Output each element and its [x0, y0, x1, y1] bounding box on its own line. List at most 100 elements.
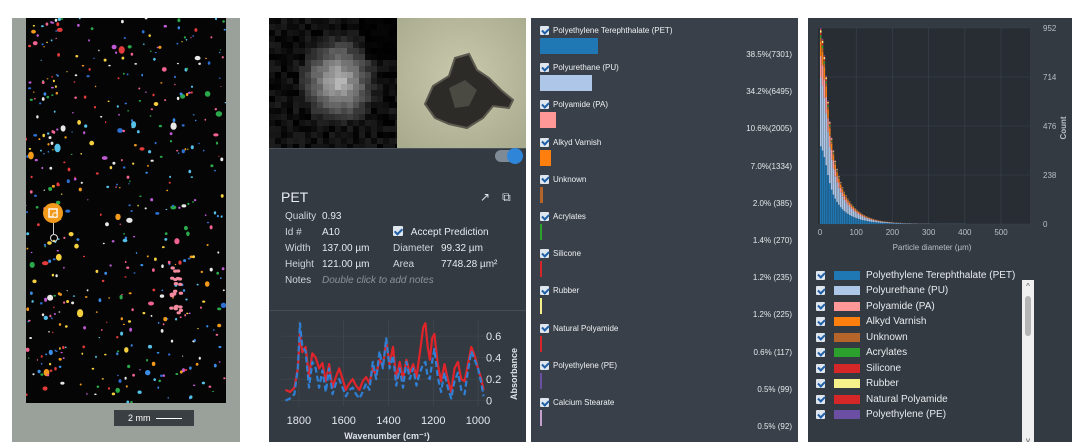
- legend-checkbox[interactable]: [816, 379, 825, 388]
- legend-item[interactable]: Acrylates: [816, 346, 907, 360]
- accept-checkbox-box[interactable]: [393, 226, 403, 236]
- map-particle: [90, 27, 94, 30]
- scrollbar-thumb[interactable]: [1025, 296, 1031, 336]
- map-particle: [145, 91, 147, 93]
- selected-particle-marker[interactable]: [43, 203, 63, 223]
- legend-checkbox[interactable]: [816, 363, 825, 373]
- class-share-value: 0.5% (99): [757, 384, 792, 394]
- class-visibility-checkbox[interactable]: [540, 249, 549, 259]
- view-toggle[interactable]: [495, 148, 523, 164]
- map-particle: [55, 253, 62, 261]
- map-particle: [161, 67, 167, 72]
- legend-item[interactable]: Polyethylene (PE): [816, 408, 946, 422]
- class-row[interactable]: Acrylates 1.4% (270): [540, 212, 792, 248]
- legend-checkbox[interactable]: [816, 348, 825, 357]
- legend-item[interactable]: Polyamide (PA): [816, 299, 935, 313]
- navigate-arrow-icon[interactable]: ↗: [480, 190, 490, 205]
- legend-checkbox[interactable]: [816, 332, 825, 342]
- histogram-bar-segment: [856, 218, 858, 224]
- map-particle: [76, 238, 80, 241]
- class-visibility-checkbox[interactable]: [540, 323, 549, 333]
- ir-pixel: [335, 96, 341, 102]
- scroll-up-icon[interactable]: ^: [1022, 282, 1034, 291]
- notes-field[interactable]: Double click to add notes: [322, 275, 434, 286]
- ir-pixel: [353, 18, 359, 24]
- map-particle: [127, 320, 132, 323]
- ir-pixel: [347, 84, 353, 90]
- map-particle: [46, 41, 48, 44]
- class-visibility-checkbox[interactable]: [540, 26, 549, 35]
- class-row[interactable]: Natural Polyamide 0.6% (117): [540, 323, 792, 360]
- map-particle: [53, 313, 56, 315]
- ir-pixel: [341, 48, 347, 54]
- legend-item[interactable]: Polyurethane (PU): [816, 284, 948, 298]
- map-particle: [218, 77, 221, 79]
- map-particle: [186, 312, 189, 315]
- class-visibility-checkbox[interactable]: [540, 398, 549, 407]
- legend-item[interactable]: Rubber: [816, 377, 899, 391]
- class-visibility-checkbox[interactable]: [540, 286, 549, 296]
- map-particle: [28, 147, 32, 150]
- visible-image: [397, 18, 526, 148]
- map-particle: [168, 181, 171, 184]
- map-particle: [192, 384, 196, 387]
- map-particle: [160, 374, 163, 377]
- ir-pixel: [275, 132, 281, 138]
- ir-pixel: [293, 36, 299, 42]
- ir-pixel: [281, 30, 287, 36]
- ir-pixel: [377, 18, 383, 24]
- map-particle: [56, 27, 63, 32]
- class-row[interactable]: Silicone 1.2% (235): [540, 249, 792, 285]
- map-particle: [64, 346, 67, 349]
- legend-scrollbar[interactable]: ^ v: [1022, 280, 1034, 442]
- ir-pixel: [311, 108, 317, 114]
- map-particle: [51, 76, 53, 78]
- legend-item[interactable]: Unknown: [816, 330, 908, 344]
- legend-item[interactable]: Silicone: [816, 361, 901, 375]
- open-external-icon[interactable]: ⧉: [502, 190, 511, 205]
- histogram-bar-segment: [830, 138, 833, 140]
- ir-pixel: [335, 132, 341, 138]
- scroll-down-icon[interactable]: v: [1022, 436, 1034, 442]
- map-particle: [178, 291, 184, 295]
- class-row[interactable]: Polyethylene (PE) 0.5% (99): [540, 360, 792, 397]
- map-particle: [71, 131, 73, 133]
- class-row[interactable]: Calcium Stearate 0.5% (92): [540, 398, 792, 434]
- legend-checkbox[interactable]: [816, 317, 825, 326]
- legend-checkbox[interactable]: [816, 286, 825, 295]
- class-row[interactable]: Polyamide (PA) 10.6%(2005): [540, 100, 792, 136]
- class-row[interactable]: Unknown 2.0% (385): [540, 174, 792, 211]
- map-particle: [57, 53, 60, 57]
- class-visibility-checkbox[interactable]: [540, 174, 549, 184]
- ir-pixel: [287, 60, 293, 66]
- legend-item[interactable]: Polyethylene Terephthalate (PET): [816, 268, 1015, 282]
- class-row[interactable]: Polyethylene Terephthalate (PET) 38.5%(73…: [540, 26, 792, 62]
- map-particle: [160, 329, 164, 333]
- accept-prediction-checkbox[interactable]: Accept Prediction: [393, 226, 489, 238]
- legend-label: Polyethylene (PE): [866, 409, 947, 420]
- ir-pixel: [275, 30, 281, 36]
- legend-checkbox[interactable]: [816, 270, 825, 280]
- legend-checkbox[interactable]: [816, 301, 825, 311]
- legend-checkbox[interactable]: [816, 394, 825, 404]
- class-row[interactable]: Rubber 1.2% (225): [540, 286, 792, 322]
- class-visibility-checkbox[interactable]: [540, 63, 549, 73]
- map-particle: [50, 39, 53, 42]
- class-visibility-checkbox[interactable]: [540, 137, 549, 147]
- ir-pixel: [359, 48, 365, 54]
- map-particle: [78, 187, 82, 192]
- map-particle: [107, 387, 111, 390]
- ir-pixel: [353, 48, 359, 54]
- class-visibility-checkbox[interactable]: [540, 212, 549, 221]
- class-row[interactable]: Polyurethane (PU) 34.2%(6495): [540, 63, 792, 99]
- map-particle: [116, 183, 118, 186]
- histogram-bar-segment: [858, 213, 860, 215]
- ir-pixel: [335, 78, 341, 84]
- legend-checkbox[interactable]: [816, 410, 825, 419]
- class-visibility-checkbox[interactable]: [540, 100, 549, 110]
- legend-item[interactable]: Alkyd Varnish: [816, 315, 926, 329]
- class-visibility-checkbox[interactable]: [540, 360, 549, 370]
- ir-pixel: [311, 48, 317, 54]
- legend-item[interactable]: Natural Polyamide: [816, 392, 948, 406]
- class-row[interactable]: Alkyd Varnish 7.0%(1334): [540, 137, 792, 174]
